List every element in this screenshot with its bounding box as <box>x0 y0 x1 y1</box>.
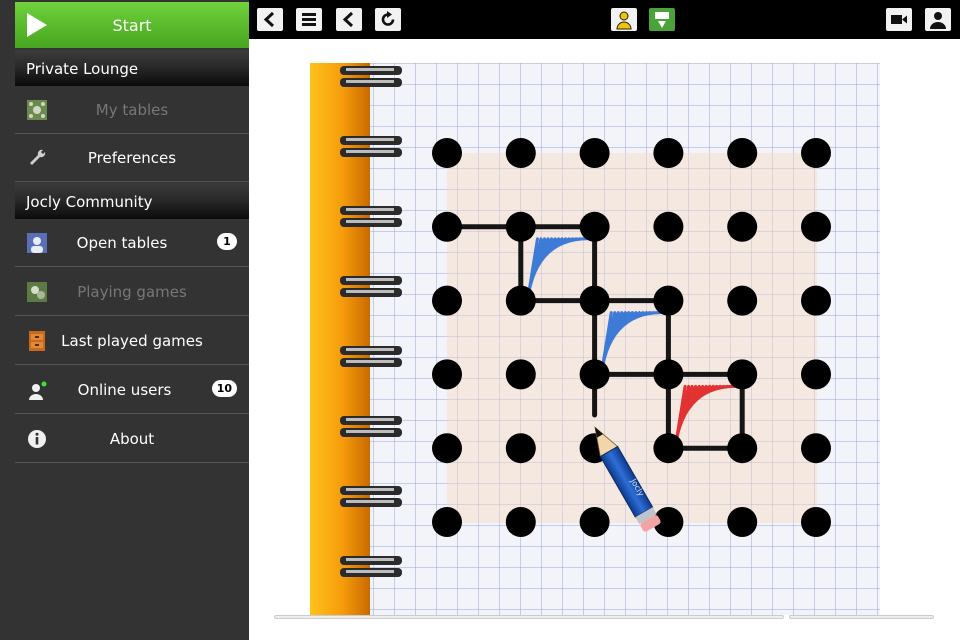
board-dot[interactable] <box>727 433 758 464</box>
player-button[interactable] <box>611 8 637 31</box>
board-dot[interactable] <box>727 359 758 390</box>
board-dot[interactable] <box>727 138 758 168</box>
back-icon <box>263 11 275 28</box>
video-button[interactable] <box>886 8 912 31</box>
board-dot[interactable] <box>505 507 536 537</box>
board-dot[interactable] <box>801 211 831 242</box>
back-button[interactable] <box>257 8 283 31</box>
sidebar-item-about[interactable]: About <box>15 415 249 463</box>
board-dot[interactable] <box>505 359 536 390</box>
board-dot[interactable] <box>727 285 758 316</box>
sidebar-item-label: Last played games <box>61 332 203 350</box>
start-button[interactable]: Start <box>15 2 249 48</box>
toolbar <box>249 0 960 39</box>
board-dot[interactable] <box>653 285 684 316</box>
board-dot[interactable] <box>432 211 462 242</box>
sidebar-item-preferences[interactable]: Preferences <box>15 134 249 182</box>
board-dot[interactable] <box>505 433 536 464</box>
sidebar-item-last-played-games[interactable]: Last played games <box>15 317 249 365</box>
sidebar-item-label: Preferences <box>87 149 177 167</box>
board-dot[interactable] <box>432 507 462 537</box>
board-dot[interactable] <box>505 211 536 242</box>
board-dot[interactable] <box>432 359 462 390</box>
play-field <box>447 153 817 523</box>
board-dot[interactable] <box>801 285 831 316</box>
section-private-lounge: Private Lounge <box>15 50 249 86</box>
video-icon <box>891 15 907 24</box>
menu-button[interactable] <box>296 8 322 31</box>
account-icon <box>930 12 946 29</box>
board-dot[interactable] <box>505 285 536 316</box>
sidebar: Start Private Lounge My tables Preferenc… <box>0 0 249 640</box>
online-users-count-badge: 10 <box>211 380 237 397</box>
board-dot[interactable] <box>579 507 610 537</box>
previous-button[interactable] <box>336 8 362 31</box>
board-view-icon <box>655 12 669 28</box>
board-dot[interactable] <box>801 138 831 168</box>
game-area: Jocly <box>249 39 960 640</box>
board-dot[interactable] <box>653 138 684 168</box>
horizontal-scrollbar[interactable] <box>274 615 784 619</box>
board-dot[interactable] <box>727 507 758 537</box>
game-board[interactable]: Jocly <box>310 63 880 615</box>
section-jocly-community: Jocly Community <box>15 183 249 219</box>
previous-icon <box>342 11 354 28</box>
board-dot[interactable] <box>801 433 831 464</box>
sidebar-item-label: My tables <box>95 101 169 119</box>
start-label: Start <box>112 16 152 35</box>
sidebar-item-my-tables[interactable]: My tables <box>15 86 249 134</box>
sidebar-item-playing-games[interactable]: Playing games <box>15 268 249 316</box>
board-dot[interactable] <box>579 359 610 390</box>
board-dot[interactable] <box>505 138 536 168</box>
sidebar-item-label: Open tables <box>76 234 168 252</box>
board-dot[interactable] <box>727 211 758 242</box>
board-dot[interactable] <box>579 138 610 168</box>
horizontal-scrollbar-secondary[interactable] <box>789 615 934 619</box>
account-button[interactable] <box>925 8 951 31</box>
sidebar-item-label: About <box>109 430 155 448</box>
board-svg[interactable]: Jocly <box>310 63 880 615</box>
board-dot[interactable] <box>432 138 462 168</box>
board-dot[interactable] <box>801 507 831 537</box>
board-dot[interactable] <box>432 433 462 464</box>
board-dot[interactable] <box>579 285 610 316</box>
board-dot[interactable] <box>653 359 684 390</box>
refresh-button[interactable] <box>375 8 401 31</box>
menu-icon <box>302 13 316 26</box>
sidebar-item-online-users[interactable]: Online users 10 <box>15 366 249 414</box>
notebook-spine <box>310 63 370 615</box>
sidebar-item-open-tables[interactable]: Open tables 1 <box>15 219 249 267</box>
board-dot[interactable] <box>579 211 610 242</box>
player-icon <box>616 11 632 30</box>
board-dot[interactable] <box>801 359 831 390</box>
board-dot[interactable] <box>653 211 684 242</box>
board-dot[interactable] <box>432 285 462 316</box>
refresh-icon <box>381 11 395 26</box>
sidebar-item-label: Playing games <box>77 283 187 301</box>
board-view-button[interactable] <box>649 8 675 31</box>
board-dot[interactable] <box>653 433 684 464</box>
open-tables-count-badge: 1 <box>217 233 237 250</box>
